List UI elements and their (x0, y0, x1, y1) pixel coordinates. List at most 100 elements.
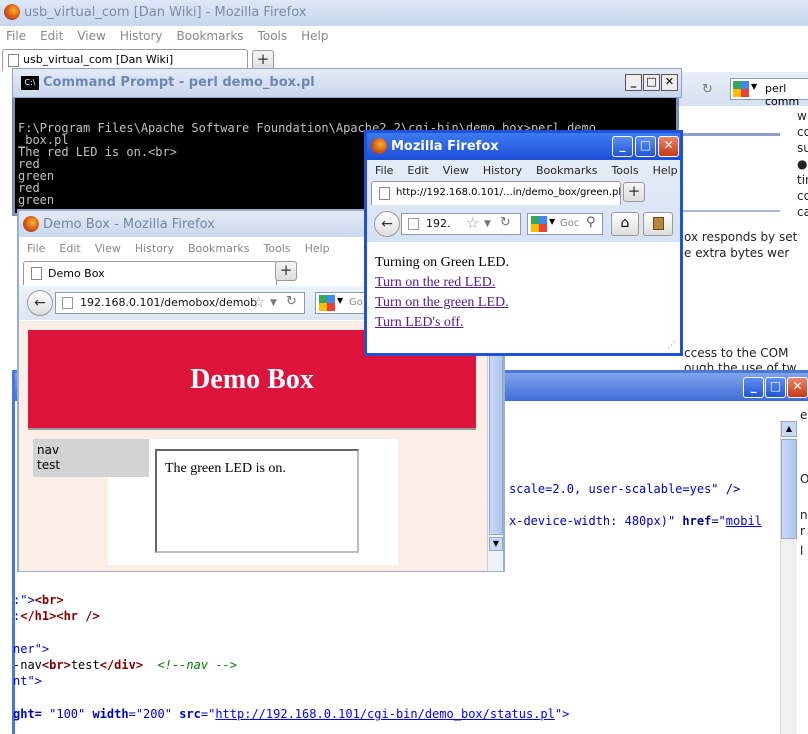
menu-tools[interactable]: Tools (258, 29, 288, 43)
menu-bookmarks[interactable]: Bookmarks (536, 164, 597, 177)
demo-menu-bar: File Edit View History Bookmarks Tools Help (27, 242, 344, 255)
search-icon[interactable]: ⚲ (586, 215, 596, 230)
cmd-title-bar: C:\ Command Prompt - perl demo_box.pl _ … (12, 68, 682, 98)
cmd-minimize-button[interactable]: _ (625, 74, 642, 91)
star-icon[interactable]: ☆ (466, 214, 479, 233)
editor-close-button[interactable]: ✕ (787, 377, 808, 398)
star-icon[interactable]: ☆ (252, 293, 265, 312)
wiki-text-2: e extra bytes wer (684, 246, 790, 260)
scroll-down-icon[interactable]: ▼ (489, 537, 503, 551)
reload-icon[interactable]: ↻ (702, 82, 713, 97)
menu-edit[interactable]: Edit (40, 29, 63, 43)
chevron-down-icon[interactable]: ▼ (270, 293, 277, 313)
menu-history[interactable]: History (120, 29, 163, 43)
menu-view[interactable]: View (77, 29, 105, 43)
menu-edit[interactable]: Edit (407, 164, 428, 177)
scroll-thumb[interactable] (781, 439, 797, 539)
menu-tools[interactable]: Tools (263, 242, 290, 255)
turn-on-green-link[interactable]: Turn on the green LED. (375, 293, 675, 313)
popup-menu-bar: File Edit View History Bookmarks Tools Help (375, 164, 692, 177)
home-button[interactable]: ⌂ (611, 212, 639, 236)
cmd-title: Command Prompt - perl demo_box.pl (43, 75, 315, 90)
new-tab-button[interactable]: + (623, 182, 645, 202)
chevron-down-icon[interactable]: ▼ (484, 214, 491, 234)
bookmark-button[interactable] (643, 212, 673, 236)
popup-page-content: Turning on Green LED. Turn on the red LE… (375, 253, 675, 333)
demo-url-bar[interactable]: 192.168.0.101/demobox/demob ☆ ▼ ↻ (55, 292, 305, 314)
menu-view[interactable]: View (95, 242, 121, 255)
firefox-icon (371, 138, 387, 154)
popup-close-button[interactable]: ✕ (658, 136, 679, 157)
reload-icon[interactable]: ↻ (500, 214, 511, 233)
turn-on-red-link[interactable]: Turn on the red LED. (375, 273, 675, 293)
menu-help[interactable]: Help (653, 164, 678, 177)
menu-history[interactable]: History (483, 164, 522, 177)
demo-tab[interactable]: Demo Box (23, 261, 277, 285)
menu-help[interactable]: Help (305, 242, 330, 255)
google-icon (319, 295, 335, 311)
page-icon (8, 54, 19, 67)
demo-search-text: Go (349, 297, 363, 308)
menu-file[interactable]: File (6, 29, 26, 43)
turn-leds-off-link[interactable]: Turn LED's off. (375, 313, 675, 333)
demo-url-text: 192.168.0.101/demobox/demob (80, 296, 258, 309)
popup-title: Mozilla Firefox (391, 139, 499, 154)
demo-scrollbar[interactable]: ▼ (487, 321, 503, 571)
menu-history[interactable]: History (135, 242, 174, 255)
firefox-icon (4, 4, 20, 20)
popup-search-text: Goc (560, 218, 580, 229)
wiki-text-3: ccess to the COM (684, 346, 789, 360)
menu-edit[interactable]: Edit (59, 242, 80, 255)
menu-file[interactable]: File (27, 242, 45, 255)
wiki-side-text: wcosu●tincoca (797, 109, 808, 219)
page-icon (379, 187, 390, 200)
led-status-text: The green LED is on. (165, 461, 286, 476)
menu-file[interactable]: File (375, 164, 393, 177)
google-icon (733, 81, 749, 97)
new-tab-button[interactable]: + (252, 50, 274, 70)
editor-scrollbar[interactable]: ▲ (780, 421, 797, 734)
demo-nav-panel: nav test (33, 439, 149, 477)
menu-help[interactable]: Help (301, 29, 328, 43)
menu-bookmarks[interactable]: Bookmarks (177, 29, 244, 43)
menu-bookmarks[interactable]: Bookmarks (188, 242, 249, 255)
main-title-bar: usb_virtual_com [Dan Wiki] - Mozilla Fir… (0, 0, 808, 26)
editor-minimize-button[interactable]: _ (743, 377, 764, 398)
main-menu-bar: File Edit View History Bookmarks Tools Help (6, 29, 343, 43)
editor-line-5: ner"> (13, 642, 50, 656)
menu-tools[interactable]: Tools (611, 164, 638, 177)
popup-tab[interactable]: http://192.168.0.101/...in/demo_box/gree… (371, 181, 621, 205)
new-tab-button[interactable]: + (275, 261, 297, 281)
popup-window: Mozilla Firefox _ □ ✕ File Edit View Histor… (364, 130, 683, 356)
main-tab-label: usb_virtual_com [Dan Wiki] (23, 53, 174, 66)
google-icon (531, 216, 547, 232)
editor-line-4: :</h1><hr /> (13, 609, 100, 623)
editor-line-8: ght= "100" width="200" src="http://192.1… (13, 707, 570, 721)
menu-view[interactable]: View (443, 164, 469, 177)
popup-url-bar[interactable]: 192. ☆ ▼ ↻ (401, 213, 521, 235)
cmd-close-button[interactable]: ✕ (661, 74, 678, 91)
popup-tab-url: http://192.168.0.101/...in/demo_box/gree… (396, 187, 621, 198)
chevron-down-icon: ▼ (549, 217, 556, 226)
scroll-up-icon[interactable]: ▲ (781, 421, 797, 437)
demo-tab-label: Demo Box (48, 267, 105, 280)
reload-icon[interactable]: ↻ (286, 293, 297, 312)
editor-line-2: x-device-width: 480px)" href="mobil (509, 514, 762, 528)
firefox-icon (23, 216, 39, 232)
resize-grip-icon[interactable]: ⋰ (667, 341, 676, 351)
editor-maximize-button[interactable]: □ (765, 377, 786, 398)
main-window-title: usb_virtual_com [Dan Wiki] - Mozilla Fir… (24, 5, 307, 20)
page-icon (62, 297, 73, 309)
nav-item: test (37, 458, 61, 472)
back-button[interactable]: ← (374, 211, 400, 237)
popup-maximize-button[interactable]: □ (635, 136, 656, 157)
status-iframe: The green LED is on. (155, 449, 359, 553)
page-icon (408, 218, 419, 230)
popup-minimize-button[interactable]: _ (612, 136, 633, 157)
wiki-content-divider (680, 133, 780, 136)
back-button[interactable]: ← (27, 290, 53, 316)
chevron-down-icon: ▼ (751, 82, 758, 91)
main-search-box[interactable]: ▼ perl comm (730, 78, 808, 108)
popup-search-box[interactable]: ▼ Goc ⚲ (527, 213, 603, 235)
cmd-maximize-button[interactable]: □ (643, 74, 660, 91)
